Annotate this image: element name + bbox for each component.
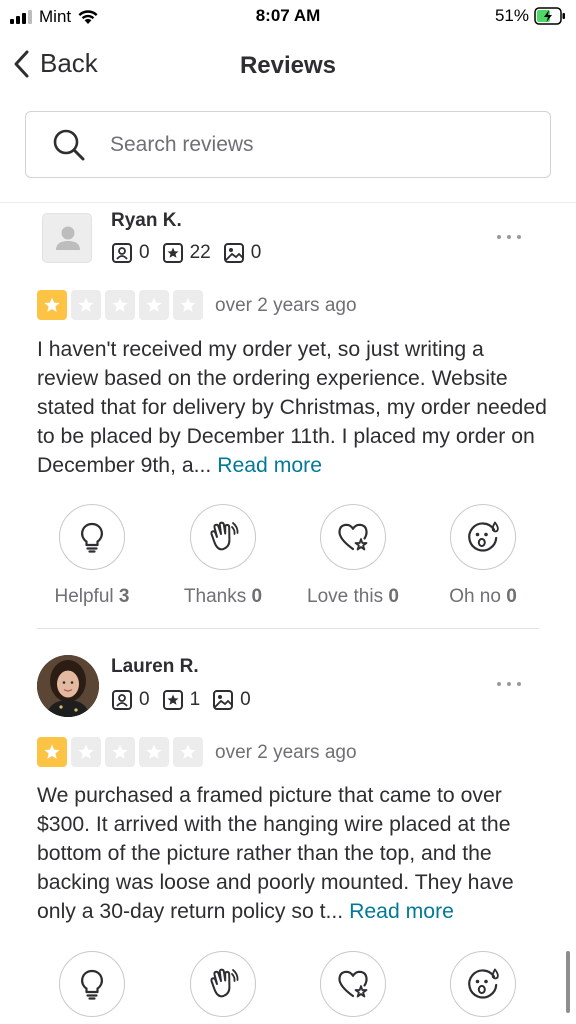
user-name[interactable]: Lauren R. xyxy=(111,656,199,678)
rating-count: 1 xyxy=(162,689,201,711)
heart-icon xyxy=(338,970,368,998)
user-stats: 0 1 0 xyxy=(111,689,263,711)
reaction-button[interactable] xyxy=(59,951,125,1017)
surprised-face-icon xyxy=(468,968,499,999)
lightbulb-icon xyxy=(81,969,103,1000)
reaction-helpful[interactable] xyxy=(27,951,157,1017)
reaction-button[interactable] xyxy=(450,951,516,1017)
photo-count-value: 0 xyxy=(240,689,251,710)
rating-count-value: 1 xyxy=(189,689,201,710)
star-badge-icon xyxy=(162,690,183,710)
star-rating xyxy=(37,737,203,767)
more-options-button[interactable] xyxy=(497,676,521,692)
photo-icon xyxy=(213,690,234,710)
star-filled-icon xyxy=(37,737,67,767)
reaction-button[interactable] xyxy=(190,951,256,1017)
read-more-link[interactable]: Read more xyxy=(349,900,454,923)
review-date: over 2 years ago xyxy=(215,742,357,763)
review-card: Lauren R. 0 1 0 over 2 years ago We purc… xyxy=(0,0,576,1024)
review-count-icon xyxy=(112,690,132,710)
review-count-value: 0 xyxy=(139,689,150,710)
star-empty-icon xyxy=(139,737,169,767)
reaction-button[interactable] xyxy=(320,951,386,1017)
reaction-oh-no[interactable] xyxy=(418,951,548,1017)
star-empty-icon xyxy=(105,737,135,767)
avatar[interactable] xyxy=(37,655,99,717)
user-photo xyxy=(37,655,99,717)
waving-hand-icon xyxy=(210,968,239,998)
review-count: 0 xyxy=(111,689,150,711)
scrollbar[interactable] xyxy=(566,951,570,1013)
photo-count: 0 xyxy=(212,689,251,711)
star-empty-icon xyxy=(71,737,101,767)
star-empty-icon xyxy=(173,737,203,767)
reaction-love-this[interactable] xyxy=(288,951,418,1017)
reaction-thanks[interactable] xyxy=(158,951,288,1017)
review-text: We purchased a framed picture that came … xyxy=(37,781,549,926)
